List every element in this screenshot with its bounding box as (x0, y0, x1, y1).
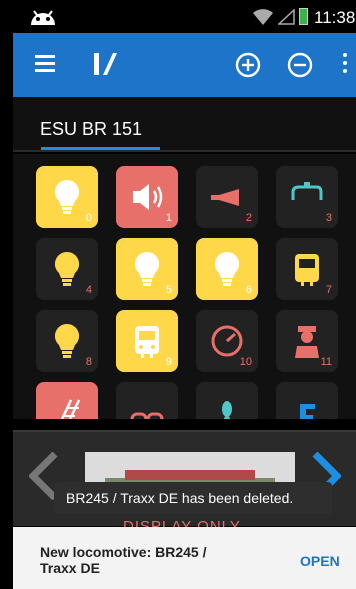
function-button-1[interactable]: 1 (116, 166, 178, 228)
function-button-6[interactable]: 6 (196, 238, 258, 300)
function-number: 5 (165, 284, 172, 296)
function-button-extra-15[interactable] (276, 382, 338, 419)
function-number: 7 (325, 284, 332, 296)
function-button-extra-13[interactable] (116, 382, 178, 419)
more-options-icon[interactable] (343, 53, 348, 77)
tab-indicator (41, 147, 160, 150)
function-button-2[interactable]: 2 (196, 166, 258, 228)
function-number: 0 (85, 212, 92, 224)
loco-tab-bar: ESU BR 151 (13, 97, 356, 152)
wifi-icon (253, 9, 273, 25)
function-button-7[interactable]: 7 (276, 238, 338, 300)
snackbar: New locomotive: BR245 / Traxx DE OPEN (13, 527, 356, 589)
android-icon (31, 10, 55, 25)
snackbar-message: New locomotive: BR245 / Traxx DE (40, 544, 207, 576)
battery-icon (299, 8, 308, 25)
app-logo-icon (94, 53, 117, 75)
function-number: 8 (85, 356, 92, 368)
signal-icon (278, 9, 295, 25)
app-bar (13, 33, 356, 97)
clock: 11:38 (314, 8, 356, 27)
tab-loco[interactable]: ESU BR 151 (40, 119, 142, 140)
function-grid: 0 1 2 3 4 5 6 7 8 9 10 11 (13, 154, 356, 419)
function-number: 2 (245, 212, 252, 224)
function-number: 9 (165, 356, 172, 368)
function-button-8[interactable]: 8 (36, 310, 98, 372)
function-button-extra-14[interactable] (196, 382, 258, 419)
add-icon[interactable] (235, 52, 261, 78)
menu-icon[interactable] (35, 55, 55, 73)
toast-message: BR245 / Traxx DE has been deleted. (66, 490, 294, 506)
open-button[interactable]: OPEN (300, 553, 340, 569)
function-button-4[interactable]: 4 (36, 238, 98, 300)
function-button-0[interactable]: 0 (36, 166, 98, 228)
function-button-9[interactable]: 9 (116, 310, 178, 372)
function-button-11[interactable]: 11 (276, 310, 338, 372)
function-number: 4 (85, 284, 92, 296)
remove-icon[interactable] (287, 52, 313, 78)
status-bar: 11:38 (0, 0, 356, 33)
function-number: 6 (245, 284, 252, 296)
toast: BR245 / Traxx DE has been deleted. (54, 482, 332, 514)
function-number: 10 (239, 356, 252, 368)
function-button-extra-12[interactable] (36, 382, 98, 419)
function-number: 11 (320, 356, 332, 368)
function-button-5[interactable]: 5 (116, 238, 178, 300)
function-button-3[interactable]: 3 (276, 166, 338, 228)
function-button-10[interactable]: 10 (196, 310, 258, 372)
function-number: 1 (165, 212, 172, 224)
function-number: 3 (325, 212, 332, 224)
